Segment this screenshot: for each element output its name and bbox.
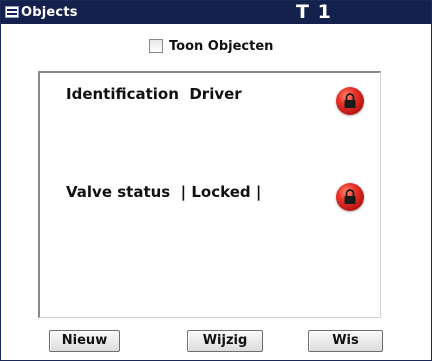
- window-menu-icon[interactable]: [5, 6, 19, 18]
- show-objects-checkbox[interactable]: [149, 39, 163, 53]
- delete-button[interactable]: Wis: [308, 330, 383, 352]
- objects-window: Objects T 1 Toon Objecten Identification…: [0, 0, 432, 361]
- window-title: Objects: [21, 5, 78, 20]
- show-objects-label: Toon Objecten: [169, 38, 274, 54]
- objects-list[interactable]: Identification Driver Valve status | Loc…: [38, 71, 381, 318]
- list-item[interactable]: Valve status | Locked |: [66, 183, 261, 201]
- title-bar[interactable]: Objects T 1: [1, 1, 431, 24]
- window-title-code: T 1: [296, 1, 332, 23]
- lock-icon[interactable]: [336, 87, 364, 115]
- edit-button[interactable]: Wijzig: [187, 330, 263, 352]
- new-button[interactable]: Nieuw: [49, 330, 120, 352]
- list-item[interactable]: Identification Driver: [66, 85, 242, 103]
- show-objects-toggle[interactable]: Toon Objecten: [149, 37, 273, 55]
- lock-icon[interactable]: [336, 183, 364, 211]
